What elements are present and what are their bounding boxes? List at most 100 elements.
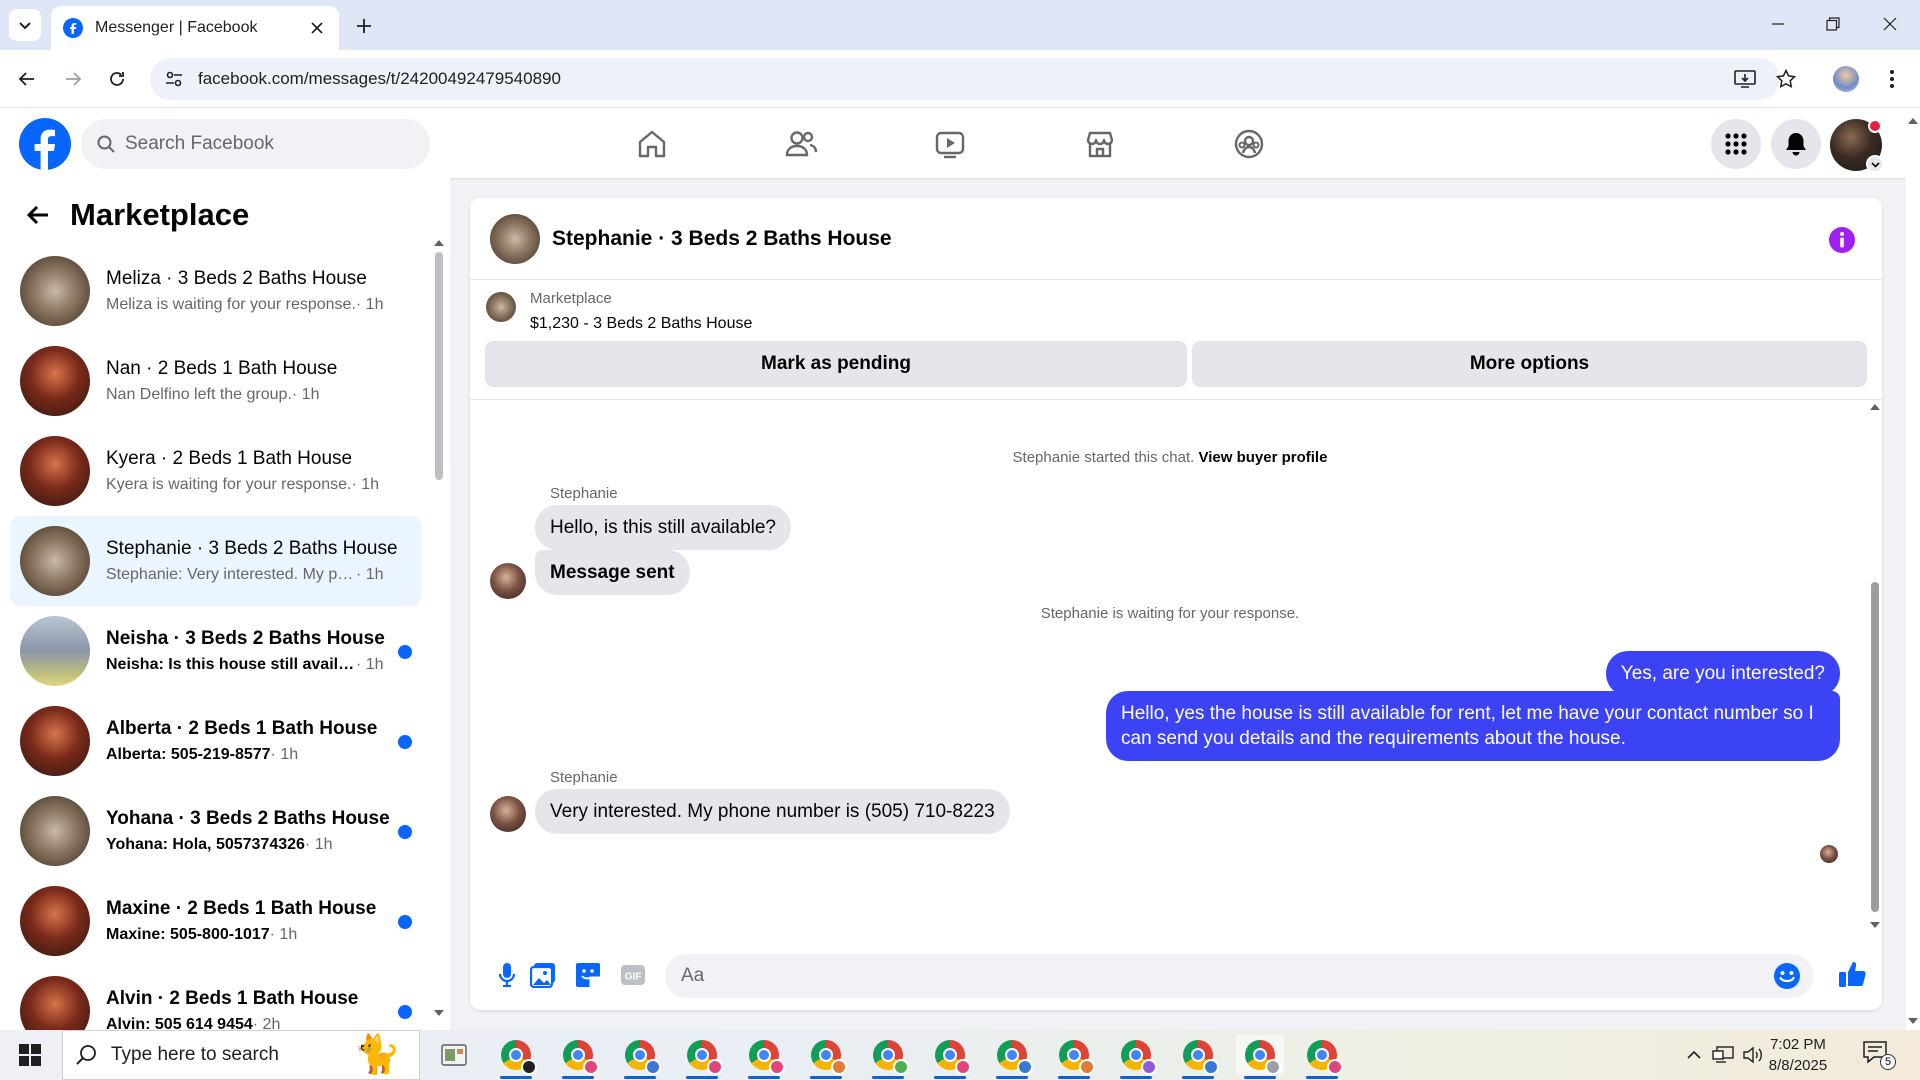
clock-date: 8/8/2025 <box>1768 1057 1828 1074</box>
svg-text:GIF: GIF <box>625 972 642 983</box>
nav-marketplace-button[interactable] <box>1070 120 1130 168</box>
taskbar-clock[interactable]: 7:02 PM 8/8/2025 <box>1748 1034 1848 1076</box>
browser-tab-messenger[interactable]: Messenger | Facebook <box>51 6 339 50</box>
scroll-up-icon[interactable] <box>1906 116 1920 126</box>
info-icon[interactable] <box>1828 226 1856 254</box>
facebook-search[interactable] <box>81 119 430 169</box>
running-indicator <box>1120 1076 1152 1079</box>
page-scrollbar[interactable] <box>1906 108 1920 1030</box>
taskbar-chrome-profile[interactable] <box>492 1035 540 1079</box>
outgoing-message[interactable]: Hello, yes the house is still available … <box>1106 691 1840 761</box>
sender-avatar[interactable] <box>490 563 526 599</box>
conversation-item[interactable]: Stephanie · 3 Beds 2 Baths House Stephani… <box>10 516 422 606</box>
taskbar-chrome-profile[interactable] <box>678 1035 726 1079</box>
scroll-down-icon[interactable] <box>1868 920 1882 930</box>
gif-icon[interactable]: GIF <box>618 960 648 990</box>
new-tab-button[interactable] <box>350 12 378 40</box>
message-input-box[interactable] <box>665 954 1813 998</box>
nav-gaming-button[interactable] <box>1219 120 1279 168</box>
sidebar-scroll-thumb[interactable] <box>435 252 443 480</box>
taskbar-chrome-profile[interactable] <box>554 1035 602 1079</box>
sticker-icon[interactable] <box>573 960 603 990</box>
taskbar-chrome-profile[interactable] <box>740 1035 788 1079</box>
running-indicator <box>1182 1076 1214 1079</box>
reload-button[interactable] <box>100 62 134 96</box>
incoming-message[interactable]: Hello, is this still available? <box>535 505 791 550</box>
minimize-button[interactable] <box>1748 0 1808 48</box>
taskbar-chrome-profile[interactable] <box>802 1035 850 1079</box>
taskbar-chrome-profile[interactable] <box>988 1035 1036 1079</box>
browser-profile-avatar[interactable] <box>1832 65 1860 93</box>
conversation-item[interactable]: Nan · 2 Beds 1 Bath House Nan Delfino lef… <box>10 336 422 426</box>
taskbar-chrome-profile[interactable] <box>1050 1035 1098 1079</box>
scroll-down-icon[interactable] <box>433 1008 445 1018</box>
view-buyer-profile-link[interactable]: View buyer profile <box>1199 449 1328 466</box>
network-icon[interactable] <box>1710 1030 1736 1080</box>
conversation-item[interactable]: Kyera · 2 Beds 1 Bath House Kyera is wait… <box>10 426 422 516</box>
conversation-item[interactable]: Meliza · 3 Beds 2 Baths House Meliza is w… <box>10 246 422 336</box>
menu-grid-button[interactable] <box>1711 119 1761 169</box>
chat-title[interactable]: Stephanie · 3 Beds 2 Baths House <box>552 227 892 251</box>
account-profile-button[interactable] <box>1830 119 1884 173</box>
taskbar-chrome-profile[interactable] <box>1236 1035 1284 1079</box>
address-bar[interactable]: facebook.com/messages/t/2420049247954089… <box>150 58 1780 100</box>
listing-title[interactable]: $1,230 - 3 Beds 2 Baths House <box>530 315 752 333</box>
close-window-button[interactable] <box>1860 0 1920 48</box>
restore-button[interactable] <box>1803 0 1863 48</box>
sidebar-scrollbar[interactable] <box>433 238 445 1018</box>
browser-menu-icon[interactable] <box>1878 65 1906 93</box>
bookmark-star-icon[interactable] <box>1772 65 1800 93</box>
profile-badge <box>583 1059 599 1075</box>
tab-close-icon[interactable] <box>307 18 327 38</box>
nav-home-button[interactable] <box>622 120 682 168</box>
thumbs-up-icon[interactable] <box>1837 958 1869 990</box>
conversation-item[interactable]: Neisha · 3 Beds 2 Baths House Neisha: Is … <box>10 606 422 696</box>
conversation-item[interactable]: Alberta · 2 Beds 1 Bath House Alberta: 50… <box>10 696 422 786</box>
taskbar-app-gallery[interactable] <box>430 1035 478 1075</box>
outgoing-message[interactable]: Yes, are you interested? <box>1605 651 1840 696</box>
sender-avatar[interactable] <box>490 796 526 832</box>
chat-scroll-thumb[interactable] <box>1871 582 1879 912</box>
scroll-up-icon[interactable] <box>1868 402 1882 412</box>
conversation-list: Meliza · 3 Beds 2 Baths House Meliza is w… <box>10 246 422 1056</box>
url-text[interactable]: facebook.com/messages/t/2420049247954089… <box>198 69 561 89</box>
taskbar-chrome-profile[interactable] <box>926 1035 974 1079</box>
scroll-up-icon[interactable] <box>433 238 445 248</box>
conversation-item[interactable]: Maxine · 2 Beds 1 Bath House Maxine: 505-… <box>10 876 422 966</box>
mark-as-pending-button[interactable]: Mark as pending <box>485 341 1187 387</box>
chat-scrollbar[interactable] <box>1868 402 1882 932</box>
back-arrow-icon[interactable] <box>20 197 56 233</box>
notifications-button[interactable] <box>1771 119 1821 169</box>
photo-icon[interactable] <box>528 960 558 990</box>
nav-watch-button[interactable] <box>920 120 980 168</box>
nav-friends-button[interactable] <box>771 120 831 168</box>
taskbar-chrome-profile[interactable] <box>1298 1035 1346 1079</box>
incoming-message[interactable]: Message sent <box>535 550 690 595</box>
start-button[interactable] <box>0 1030 60 1080</box>
taskbar-search[interactable]: Type here to search 🐈 <box>62 1030 420 1080</box>
facebook-search-input[interactable] <box>125 133 405 155</box>
site-settings-icon[interactable] <box>164 69 184 89</box>
facebook-logo-icon[interactable] <box>19 118 71 170</box>
microphone-icon[interactable] <box>492 960 522 990</box>
emoji-icon[interactable] <box>1773 962 1801 990</box>
back-button[interactable] <box>10 62 44 96</box>
listing-thumbnail[interactable] <box>486 292 516 322</box>
taskbar-chrome-profile[interactable] <box>1112 1035 1160 1079</box>
incoming-message[interactable]: Very interested. My phone number is (505… <box>535 789 1010 834</box>
forward-button[interactable] <box>56 62 90 96</box>
chrome-icon <box>1183 1040 1219 1075</box>
message-input[interactable] <box>681 965 1773 987</box>
tab-search-button[interactable] <box>9 9 41 41</box>
conversation-item[interactable]: Yohana · 3 Beds 2 Baths House Yohana: Hol… <box>10 786 422 876</box>
install-app-icon[interactable] <box>1731 65 1759 93</box>
show-hidden-icons[interactable] <box>1680 1030 1708 1080</box>
more-options-button[interactable]: More options <box>1192 341 1867 387</box>
taskbar-chrome-profile[interactable] <box>1174 1035 1222 1079</box>
notification-center-button[interactable]: 5 <box>1862 1040 1898 1070</box>
running-indicator <box>686 1076 718 1079</box>
scroll-down-icon[interactable] <box>1906 1016 1920 1026</box>
taskbar-chrome-profile[interactable] <box>864 1035 912 1079</box>
chat-avatar[interactable] <box>490 213 540 264</box>
taskbar-chrome-profile[interactable] <box>616 1035 664 1079</box>
